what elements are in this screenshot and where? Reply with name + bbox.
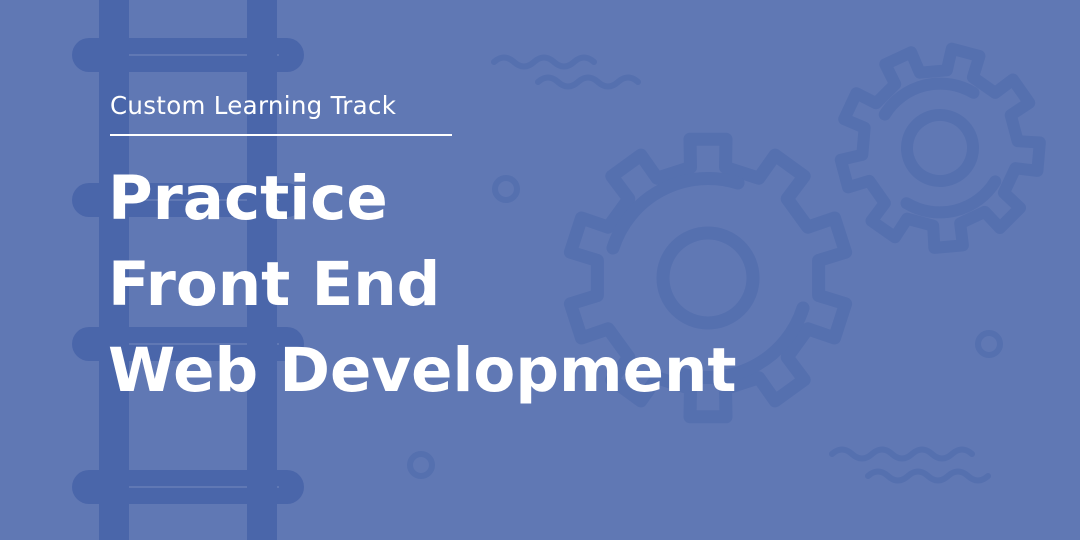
title-line-practice: Practice bbox=[108, 163, 388, 234]
track-label-underline bbox=[110, 134, 452, 136]
track-label: Custom Learning Track bbox=[110, 91, 397, 120]
title-line-front-end: Front End bbox=[108, 249, 441, 320]
title-line-web-development: Web Development bbox=[108, 335, 737, 406]
small-gear-icon bbox=[834, 42, 1046, 254]
